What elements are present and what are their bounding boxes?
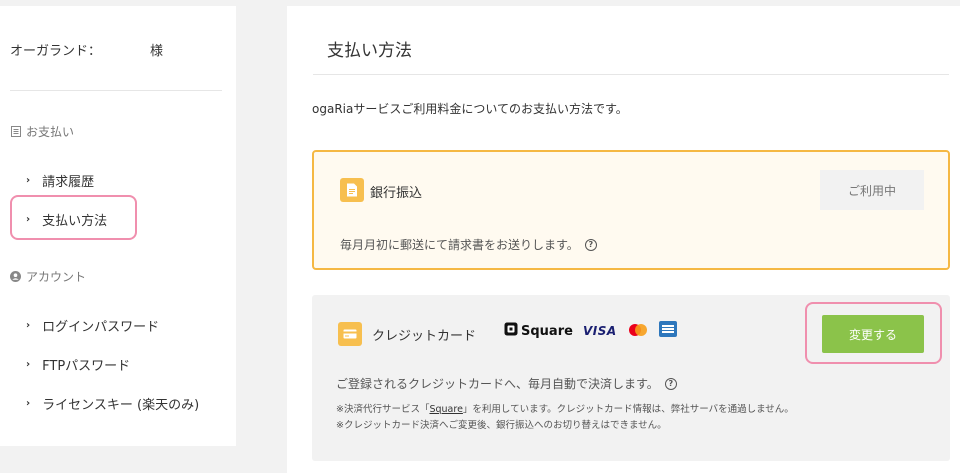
credit-card-title: クレジットカード xyxy=(372,329,477,344)
sidebar-item-label: ライセンスキー (楽天のみ) xyxy=(42,398,200,413)
active-item-highlight xyxy=(10,195,137,240)
square-logo: Square xyxy=(504,322,573,340)
section-account: アカウント xyxy=(10,268,86,285)
note-suffix: 」を利用しています。クレジットカード情報は、弊社サーバを通過しません。 xyxy=(462,404,794,415)
help-icon[interactable]: ? xyxy=(584,238,597,251)
credit-card-icon xyxy=(338,322,362,346)
credit-description: ご登録されるクレジットカードへ、毎月自動で決済します。 ? xyxy=(336,375,677,392)
chevron-right-icon: › xyxy=(26,359,31,370)
square-logo-text: Square xyxy=(521,323,573,339)
section-account-label: アカウント xyxy=(26,270,87,284)
sidebar-item-label: FTPパスワード xyxy=(42,359,131,374)
bank-description: 毎月月初に郵送にて請求書をお送りします。 ? xyxy=(340,236,597,253)
list-icon xyxy=(10,126,21,137)
bank-transfer-title: 銀行振込 xyxy=(370,186,423,201)
intro-text: ogaRiaサービスご利用料金についてのお支払い方法です。 xyxy=(312,102,628,116)
help-icon[interactable]: ? xyxy=(664,377,677,390)
sidebar-divider xyxy=(10,90,222,91)
chevron-right-icon: › xyxy=(26,398,31,409)
amex-icon xyxy=(658,321,677,341)
user-suffix: 様 xyxy=(150,44,164,59)
section-payment: お支払い xyxy=(10,123,74,140)
credit-description-text: ご登録されるクレジットカードへ、毎月自動で決済します。 xyxy=(336,377,659,391)
square-link[interactable]: Square xyxy=(429,404,462,415)
section-payment-label: お支払い xyxy=(26,125,75,139)
sidebar-item-label: 請求履歴 xyxy=(42,175,95,190)
main-panel: 支払い方法 ogaRiaサービスご利用料金についてのお支払い方法です。 銀行振込… xyxy=(287,6,960,473)
sidebar: オーガランド： 様 お支払い › 請求履歴 › 支払い方法 アカウント › ログ… xyxy=(0,6,236,446)
user-circle-icon xyxy=(10,271,21,282)
chevron-right-icon: › xyxy=(26,320,31,331)
square-logo-icon xyxy=(504,322,518,340)
page-title: 支払い方法 xyxy=(327,41,412,61)
user-label: オーガランド： xyxy=(10,44,102,59)
note-square: ※決済代行サービス「Square」を利用しています。クレジットカード情報は、弊社… xyxy=(336,401,794,415)
mastercard-icon xyxy=(627,322,649,341)
change-button-highlight xyxy=(805,302,942,364)
bank-transfer-card: 銀行振込 ご利用中 毎月月初に郵送にて請求書をお送りします。 ? xyxy=(312,150,950,270)
card-brands: Square VISA xyxy=(504,321,677,341)
note-prefix: ※決済代行サービス「 xyxy=(336,404,430,415)
sidebar-item-billing-history[interactable]: › 請求履歴 xyxy=(26,171,94,190)
sidebar-item-ftp-password[interactable]: › FTPパスワード xyxy=(26,355,130,374)
document-icon xyxy=(340,178,364,202)
user-greeting: オーガランド： 様 xyxy=(10,40,163,59)
sidebar-item-label: ログインパスワード xyxy=(42,320,160,335)
sidebar-item-login-password[interactable]: › ログインパスワード xyxy=(26,316,159,335)
sidebar-item-license-key[interactable]: › ライセンスキー (楽天のみ) xyxy=(26,394,199,413)
title-divider xyxy=(313,74,949,75)
chevron-right-icon: › xyxy=(26,175,31,186)
in-use-button[interactable]: ご利用中 xyxy=(820,170,924,210)
bank-description-text: 毎月月初に郵送にて請求書をお送りします。 xyxy=(340,238,579,252)
note-switch: ※クレジットカード決済へご変更後、銀行振込へのお切り替えはできません。 xyxy=(336,420,667,431)
visa-logo: VISA xyxy=(582,324,617,338)
